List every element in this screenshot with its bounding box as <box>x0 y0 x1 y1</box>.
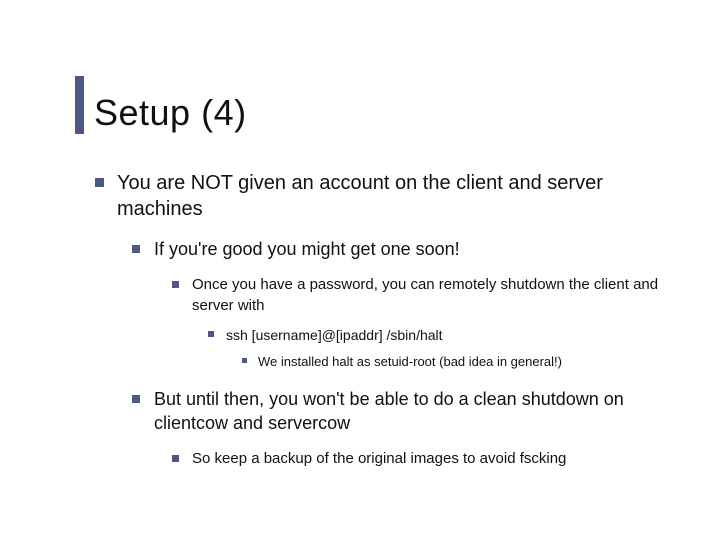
bullet-text: So keep a backup of the original images … <box>192 450 566 467</box>
bullet-text: But until then, you won't be able to do … <box>154 389 624 432</box>
title-block: Setup (4) <box>75 76 247 134</box>
bullet-text: You are NOT given an account on the clie… <box>117 172 603 220</box>
bullet-level-5: We installed halt as setuid-root (bad id… <box>258 353 692 371</box>
bullet-text: If you're good you might get one soon! <box>154 239 460 259</box>
square-bullet-icon <box>242 358 247 363</box>
square-bullet-icon <box>95 178 104 187</box>
square-bullet-icon <box>172 281 179 288</box>
square-bullet-icon <box>132 395 140 403</box>
bullet-text: Once you have a password, you can remote… <box>192 276 658 313</box>
bullet-level-3: Once you have a password, you can remote… <box>192 275 692 316</box>
bullet-text: ssh [username]@[ipaddr] /sbin/halt <box>226 327 443 343</box>
slide: Setup (4) You are NOT given an account o… <box>0 0 720 540</box>
square-bullet-icon <box>132 245 140 253</box>
bullet-text: We installed halt as setuid-root (bad id… <box>258 354 562 369</box>
square-bullet-icon <box>208 331 214 337</box>
bullet-level-4: ssh [username]@[ipaddr] /sbin/halt <box>226 326 692 345</box>
bullet-level-2: But until then, you won't be able to do … <box>154 388 692 435</box>
slide-title: Setup (4) <box>94 92 247 134</box>
content-area: You are NOT given an account on the clie… <box>92 170 692 469</box>
bullet-level-2: If you're good you might get one soon! <box>154 238 692 261</box>
bullet-level-3: So keep a backup of the original images … <box>192 449 692 469</box>
square-bullet-icon <box>172 455 179 462</box>
bullet-level-1: You are NOT given an account on the clie… <box>117 170 692 222</box>
title-accent-bar <box>75 76 84 134</box>
